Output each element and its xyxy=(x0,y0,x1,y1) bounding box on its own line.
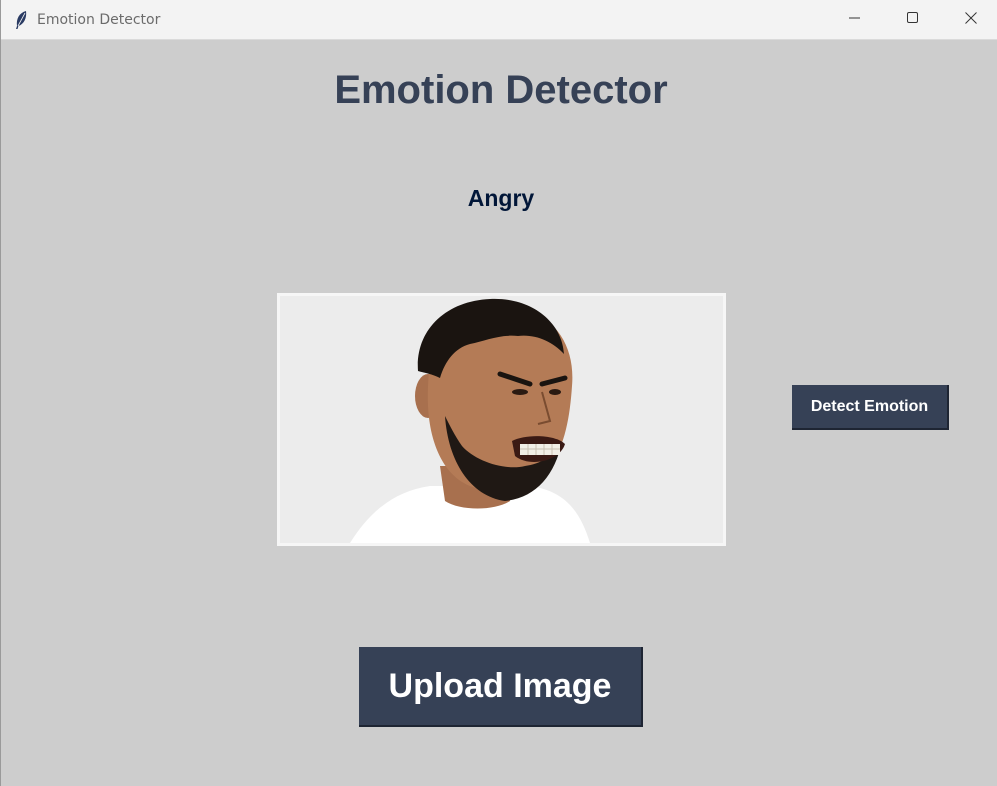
app-window: Emotion Detector Emotion Detector Angry xyxy=(0,0,997,786)
minimize-button[interactable] xyxy=(826,0,884,40)
upload-image-button[interactable]: Upload Image xyxy=(359,647,643,727)
title-bar[interactable]: Emotion Detector xyxy=(1,0,997,40)
window-title: Emotion Detector xyxy=(37,12,161,28)
uploaded-image xyxy=(277,293,726,546)
close-icon xyxy=(965,11,977,29)
feather-icon xyxy=(13,10,29,30)
maximize-icon xyxy=(907,11,919,29)
emotion-result-label: Angry xyxy=(467,185,535,211)
page-title: Emotion Detector xyxy=(334,68,668,112)
minimize-icon xyxy=(849,11,861,29)
maximize-button[interactable] xyxy=(884,0,942,40)
detect-emotion-button[interactable]: Detect Emotion xyxy=(792,385,949,430)
close-button[interactable] xyxy=(942,0,997,40)
